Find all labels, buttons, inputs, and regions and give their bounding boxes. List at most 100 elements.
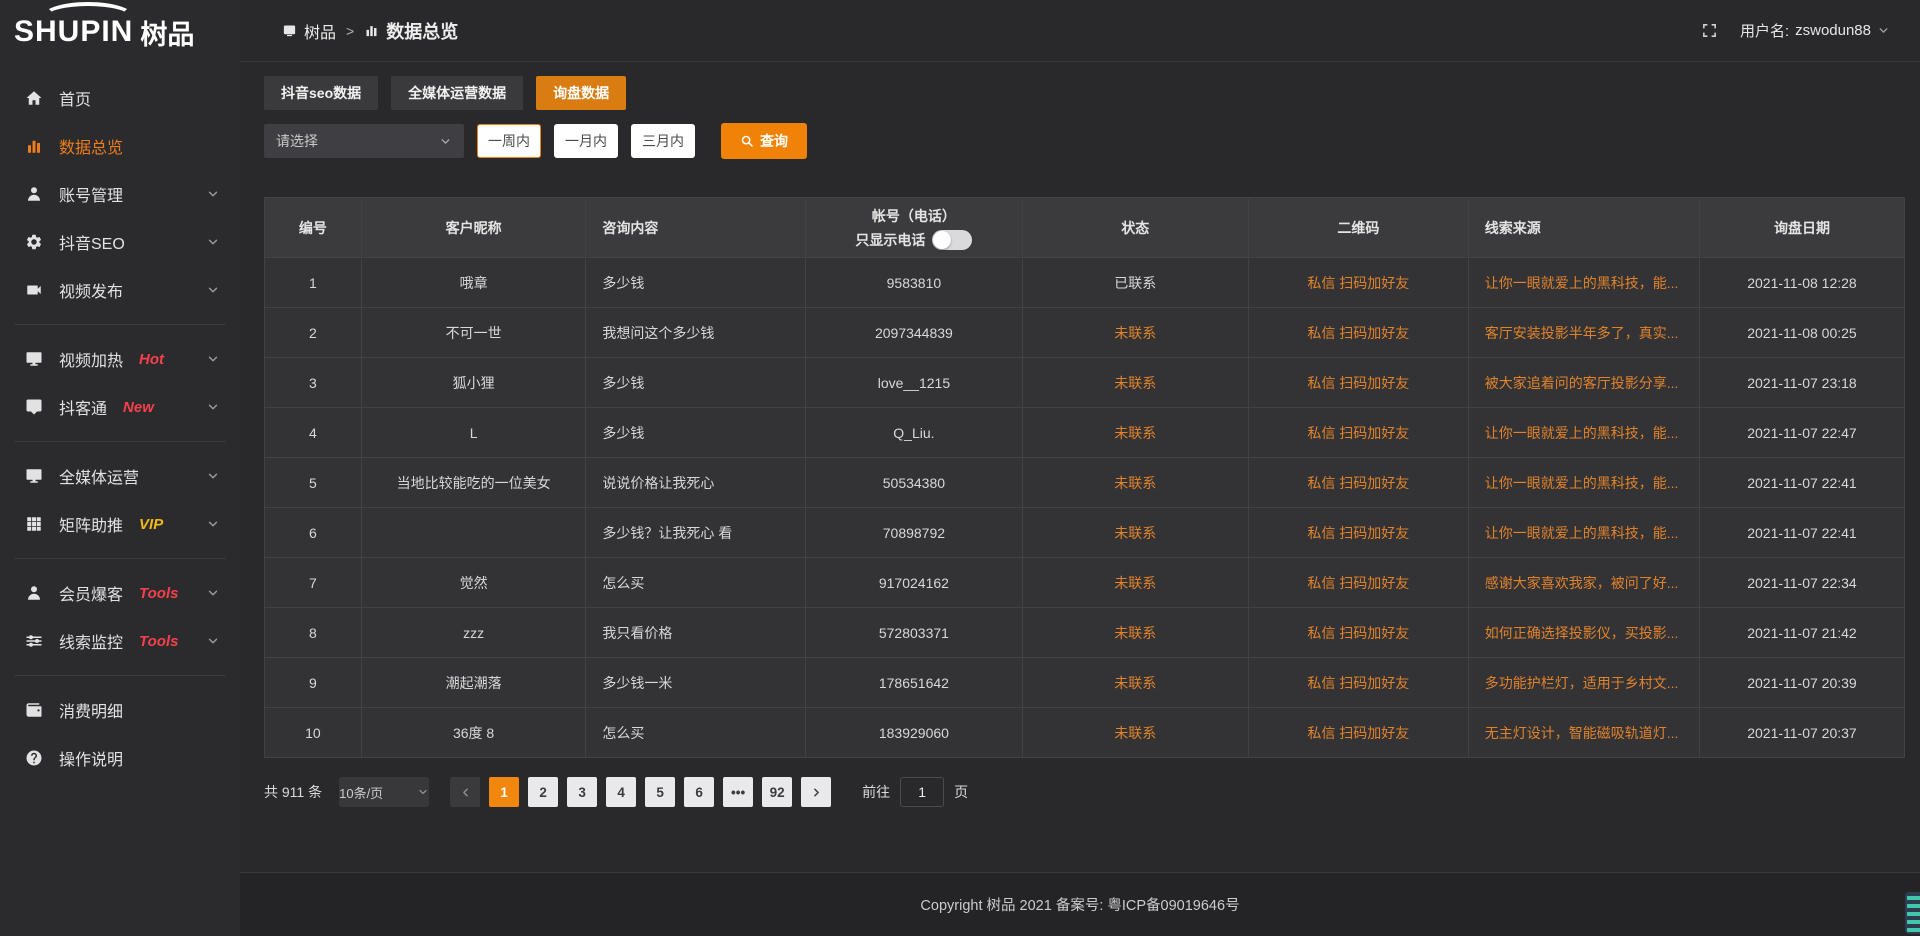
gear-icon [24,232,44,252]
filter-select[interactable]: 请选择 [264,124,464,158]
chevron-down-icon [206,469,220,483]
source-link[interactable]: 多功能护栏灯，适用于乡村文... [1485,675,1679,691]
sidebar-item-video-publish[interactable]: 视频发布 [0,266,240,314]
next-page-button[interactable] [801,777,831,807]
source-link[interactable]: 让你一眼就爱上的黑科技，能... [1485,275,1679,291]
cell-content: 多少钱一米 [586,658,806,708]
logo-arc-decoration [42,2,134,32]
cell-id: 4 [265,408,362,458]
range-button-2[interactable]: 三月内 [631,124,695,158]
page-button-5[interactable]: 5 [645,777,675,807]
source-link[interactable]: 如何正确选择投影仪，买投影... [1485,625,1679,641]
sidebar-item-video-heat[interactable]: 视频加热Hot [0,335,240,383]
sidebar-divider [14,558,226,559]
range-button-1[interactable]: 一月内 [554,124,618,158]
page-buttons: 123456 ••• 92 [450,777,831,807]
footer: Copyright 树品 2021 备案号: 粤ICP备09019646号 [240,872,1920,936]
source-link[interactable]: 让你一眼就爱上的黑科技，能... [1485,475,1679,491]
table-row: 1036度 8怎么买183929060未联系私信 扫码加好友无主灯设计，智能磁吸… [265,708,1905,758]
sidebar-badge: Tools [139,585,178,602]
sidebar-item-label: 账号管理 [59,182,123,206]
cell-date: 2021-11-07 23:18 [1699,358,1904,408]
total-count: 共 911 条 [264,782,322,802]
source-link[interactable]: 感谢大家喜欢我家，被问了好... [1485,575,1679,591]
page-button-3[interactable]: 3 [567,777,597,807]
cell-qrcode: 私信 扫码加好友 [1248,508,1468,558]
topbar-right: 用户名: zswodun88 [1701,20,1890,41]
sidebar-item-account-management[interactable]: 账号管理 [0,170,240,218]
cell-qrcode: 私信 扫码加好友 [1248,558,1468,608]
goto-page-input[interactable] [900,777,944,807]
more-pages-button[interactable]: ••• [723,777,753,807]
cell-source: 客厅安装投影半年多了，真实... [1468,308,1699,358]
topbar: 树品 > 数据总览 用户名: zswodun88 [240,0,1920,62]
qrcode-links[interactable]: 私信 扫码加好友 [1307,475,1409,491]
page-button-92[interactable]: 92 [762,777,792,807]
sidebar-item-doukertong[interactable]: 抖客通New [0,383,240,431]
brand-logo[interactable]: SHUPIN 树品 [0,0,240,64]
table-row: 8zzz我只看价格572803371未联系私信 扫码加好友如何正确选择投影仪，买… [265,608,1905,658]
range-button-0[interactable]: 一周内 [477,124,541,158]
qrcode-links[interactable]: 私信 扫码加好友 [1307,375,1409,391]
qrcode-links[interactable]: 私信 扫码加好友 [1307,675,1409,691]
sidebar-item-label: 消费明细 [59,698,123,722]
cell-content: 怎么买 [586,708,806,758]
source-link[interactable]: 让你一眼就爱上的黑科技，能... [1485,525,1679,541]
source-link[interactable]: 无主灯设计，智能磁吸轨道灯... [1485,725,1679,741]
table-row: 5当地比较能吃的一位美女说说价格让我死心50534380未联系私信 扫码加好友让… [265,458,1905,508]
qrcode-links[interactable]: 私信 扫码加好友 [1307,325,1409,341]
page-button-1[interactable]: 1 [489,777,519,807]
query-button[interactable]: 查询 [721,123,807,159]
page-size-select[interactable]: 10条/页 [339,777,429,807]
user-menu[interactable]: 用户名: zswodun88 [1740,20,1890,41]
source-link[interactable]: 客厅安装投影半年多了，真实... [1485,325,1679,341]
page-button-6[interactable]: 6 [684,777,714,807]
sidebar-item-douyin-seo[interactable]: 抖音SEO [0,218,240,266]
customer-service-widget[interactable] [1905,892,1920,934]
qrcode-links[interactable]: 私信 扫码加好友 [1307,625,1409,641]
column-header-account: 帐号（电话） 只显示电话 [806,198,1022,258]
sidebar-item-clue-monitor[interactable]: 线索监控Tools [0,617,240,665]
cell-qrcode: 私信 扫码加好友 [1248,408,1468,458]
prev-page-button[interactable] [450,777,480,807]
fullscreen-icon[interactable] [1701,22,1718,39]
tab-inquiry-data[interactable]: 询盘数据 [536,76,626,110]
cell-qrcode: 私信 扫码加好友 [1248,708,1468,758]
page-button-2[interactable]: 2 [528,777,558,807]
qrcode-links[interactable]: 私信 扫码加好友 [1307,575,1409,591]
sidebar-item-home[interactable]: 首页 [0,74,240,122]
cell-account: 2097344839 [806,308,1022,358]
qrcode-links[interactable]: 私信 扫码加好友 [1307,525,1409,541]
sidebar-item-member-burst[interactable]: 会员爆客Tools [0,569,240,617]
cell-source: 让你一眼就爱上的黑科技，能... [1468,458,1699,508]
sidebar-item-matrix-boost[interactable]: 矩阵助推VIP [0,500,240,548]
table-row: 2不可一世我想问这个多少钱2097344839未联系私信 扫码加好友客厅安装投影… [265,308,1905,358]
sidebar-item-expense-detail[interactable]: 消费明细 [0,686,240,734]
source-link[interactable]: 让你一眼就爱上的黑科技，能... [1485,425,1679,441]
source-link[interactable]: 被大家追着问的客厅投影分享... [1485,375,1679,391]
cell-account: 917024162 [806,558,1022,608]
tab-douyin-seo-data[interactable]: 抖音seo数据 [264,76,378,110]
sidebar-item-label: 视频发布 [59,278,123,302]
phone-only-toggle[interactable] [932,230,972,250]
cell-date: 2021-11-07 22:47 [1699,408,1904,458]
data-tabs: 抖音seo数据全媒体运营数据询盘数据 [264,76,1905,110]
cell-id: 10 [265,708,362,758]
cell-content: 多少钱 [586,408,806,458]
sidebar-item-data-overview[interactable]: 数据总览 [0,122,240,170]
sidebar-menu: 首页数据总览账号管理抖音SEO 视频发布视频加热Hot抖客通New 全媒体运营矩阵助… [0,74,240,782]
cell-date: 2021-11-07 20:39 [1699,658,1904,708]
qrcode-links[interactable]: 私信 扫码加好友 [1307,275,1409,291]
cell-account: Q_Liu. [806,408,1022,458]
qrcode-links[interactable]: 私信 扫码加好友 [1307,725,1409,741]
column-header-source: 线索来源 [1468,198,1699,258]
qrcode-links[interactable]: 私信 扫码加好友 [1307,425,1409,441]
breadcrumb-root[interactable]: 树品 [304,19,336,43]
chevron-down-icon [206,352,220,366]
sidebar-item-help[interactable]: 操作说明 [0,734,240,782]
cell-nickname: 哦章 [361,258,586,308]
tab-omni-media-data[interactable]: 全媒体运营数据 [391,76,523,110]
brand-logo-cn: 树品 [140,13,194,52]
page-button-4[interactable]: 4 [606,777,636,807]
sidebar-item-omni-media[interactable]: 全媒体运营 [0,452,240,500]
